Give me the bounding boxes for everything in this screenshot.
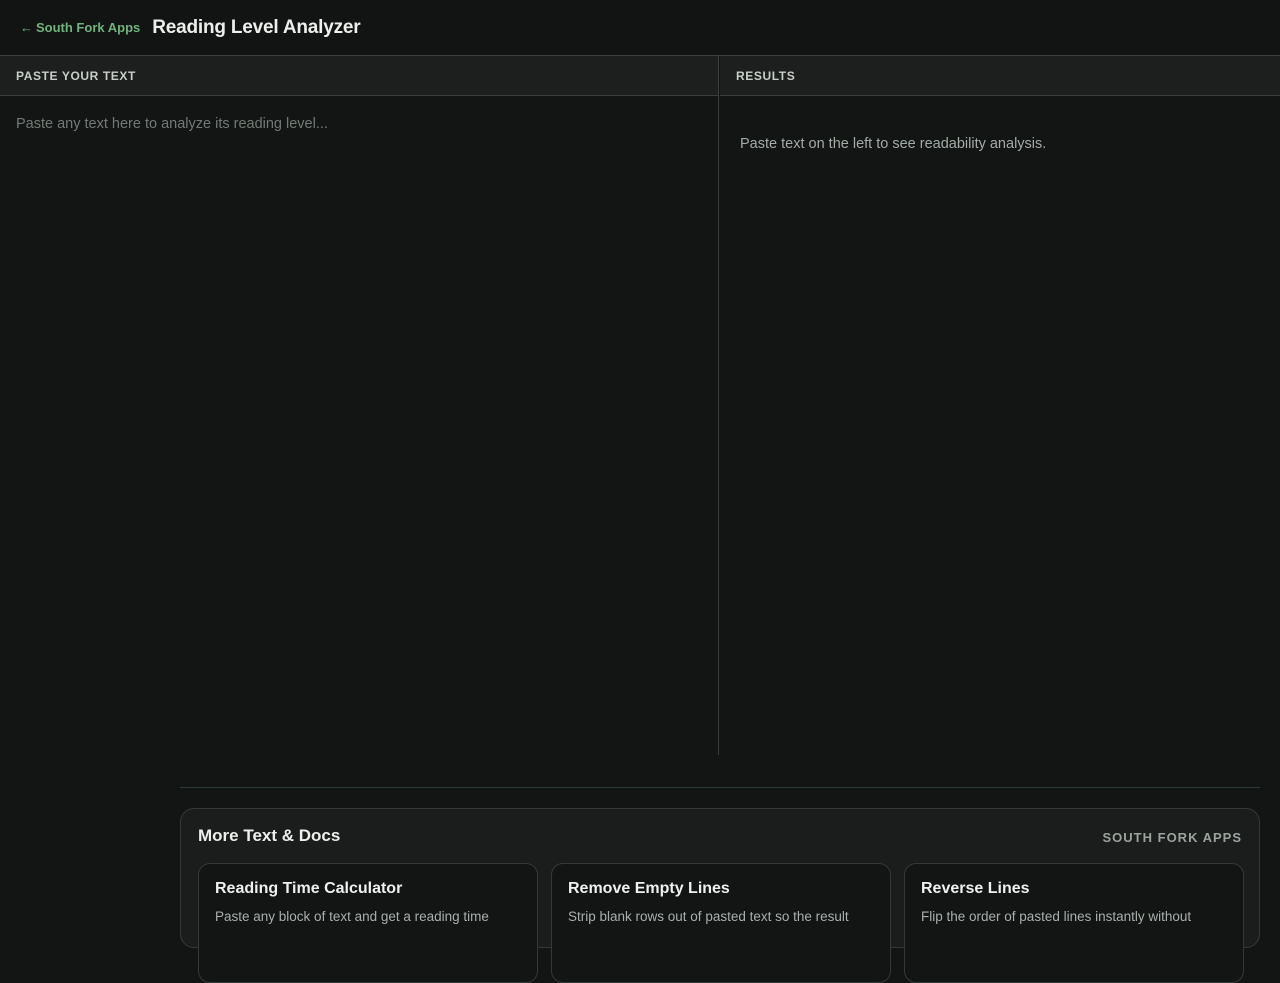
tool-card-description: Flip the order of pasted lines instantly… xyxy=(921,907,1227,926)
top-bar: ← South Fork Apps Reading Level Analyzer xyxy=(0,0,1280,56)
tool-card-description: Paste any block of text and get a readin… xyxy=(215,907,521,926)
tool-card-description: Strip blank rows out of pasted text so t… xyxy=(568,907,874,926)
input-pane-header: PASTE YOUR TEXT xyxy=(0,56,718,96)
results-pane: RESULTS Paste text on the left to see re… xyxy=(720,56,1280,755)
results-empty-message: Paste text on the left to see readabilit… xyxy=(720,96,1280,192)
back-to-south-fork-apps-link[interactable]: ← South Fork Apps xyxy=(20,20,140,35)
text-input[interactable] xyxy=(0,96,718,754)
back-link-label: South Fork Apps xyxy=(36,20,140,35)
tool-card-reading-time-calculator[interactable]: Reading Time Calculator Paste any block … xyxy=(198,863,538,983)
tool-card-title: Remove Empty Lines xyxy=(568,880,874,898)
results-pane-header: RESULTS xyxy=(720,56,1280,96)
tool-card-reverse-lines[interactable]: Reverse Lines Flip the order of pasted l… xyxy=(904,863,1244,983)
tool-card-title: Reading Time Calculator xyxy=(215,880,521,898)
brand-label: SOUTH FORK APPS xyxy=(1103,830,1242,845)
more-tools-title: More Text & Docs xyxy=(198,826,340,846)
more-tools-section: More Text & Docs SOUTH FORK APPS Reading… xyxy=(180,808,1260,948)
section-divider xyxy=(180,787,1260,788)
input-pane: PASTE YOUR TEXT xyxy=(0,56,719,755)
page-title: Reading Level Analyzer xyxy=(152,17,360,39)
tool-card-remove-empty-lines[interactable]: Remove Empty Lines Strip blank rows out … xyxy=(551,863,891,983)
tool-card-title: Reverse Lines xyxy=(921,880,1227,898)
back-arrow-icon: ← xyxy=(20,20,33,35)
